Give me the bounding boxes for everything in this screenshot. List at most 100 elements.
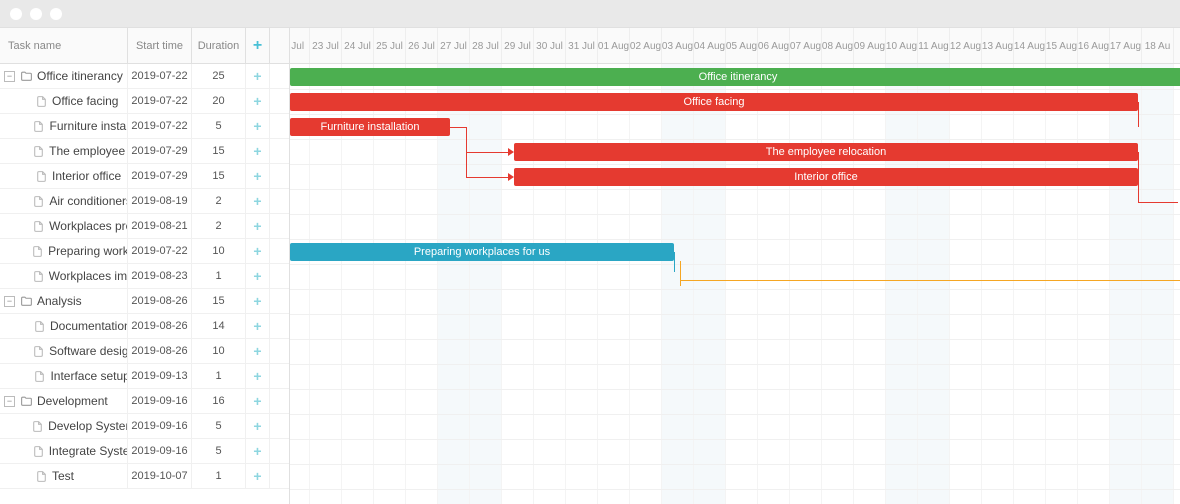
task-duration-cell[interactable]: 5 — [192, 439, 246, 463]
task-name-cell[interactable]: Workplaces imp — [0, 264, 128, 288]
task-start-cell[interactable]: 2019-08-26 — [128, 339, 192, 363]
gantt-bar[interactable]: Office itinerancy — [290, 68, 1180, 86]
task-start-cell[interactable]: 2019-08-21 — [128, 214, 192, 238]
add-task-button[interactable]: + — [246, 214, 270, 238]
gantt-bar[interactable]: Furniture installation — [290, 118, 450, 136]
col-header-start[interactable]: Start time — [128, 28, 192, 63]
task-name-cell[interactable]: Office facing — [0, 89, 128, 113]
task-start-cell[interactable]: 2019-08-26 — [128, 289, 192, 313]
task-row[interactable]: Office facing2019-07-2220+ — [0, 89, 289, 114]
task-duration-cell[interactable]: 5 — [192, 114, 246, 138]
task-row[interactable]: Interface setup2019-09-131+ — [0, 364, 289, 389]
add-task-button[interactable]: + — [246, 189, 270, 213]
task-row[interactable]: Integrate Syster2019-09-165+ — [0, 439, 289, 464]
add-task-button[interactable]: + — [246, 139, 270, 163]
add-task-button[interactable]: + — [246, 414, 270, 438]
task-duration-cell[interactable]: 14 — [192, 314, 246, 338]
task-row[interactable]: Workplaces imp2019-08-231+ — [0, 264, 289, 289]
task-duration-cell[interactable]: 5 — [192, 414, 246, 438]
col-header-duration[interactable]: Duration — [192, 28, 246, 63]
task-duration-cell[interactable]: 2 — [192, 214, 246, 238]
task-row[interactable]: Software desigr2019-08-2610+ — [0, 339, 289, 364]
add-task-button[interactable]: + — [246, 464, 270, 488]
task-row[interactable]: Preparing workp2019-07-2210+ — [0, 239, 289, 264]
window-dot[interactable] — [10, 8, 22, 20]
collapse-toggle[interactable]: − — [4, 71, 15, 82]
task-duration-cell[interactable]: 10 — [192, 239, 246, 263]
gantt-bar[interactable]: Interior office — [514, 168, 1138, 186]
task-start-cell[interactable]: 2019-10-07 — [128, 464, 192, 488]
task-name-cell[interactable]: Documentation — [0, 314, 128, 338]
task-duration-cell[interactable]: 1 — [192, 364, 246, 388]
add-task-button[interactable]: + — [246, 114, 270, 138]
task-start-cell[interactable]: 2019-08-26 — [128, 314, 192, 338]
task-start-cell[interactable]: 2019-07-29 — [128, 164, 192, 188]
task-name-cell[interactable]: −Analysis — [0, 289, 128, 313]
task-row[interactable]: Furniture install2019-07-225+ — [0, 114, 289, 139]
task-start-cell[interactable]: 2019-09-13 — [128, 364, 192, 388]
col-header-add[interactable]: + — [246, 28, 270, 63]
task-duration-cell[interactable]: 15 — [192, 289, 246, 313]
task-row[interactable]: Test2019-10-071+ — [0, 464, 289, 489]
task-duration-cell[interactable]: 1 — [192, 264, 246, 288]
task-duration-cell[interactable]: 16 — [192, 389, 246, 413]
task-name-cell[interactable]: Air conditioners — [0, 189, 128, 213]
add-task-button[interactable]: + — [246, 289, 270, 313]
task-start-cell[interactable]: 2019-09-16 — [128, 414, 192, 438]
add-task-button[interactable]: + — [246, 339, 270, 363]
window-dot[interactable] — [30, 8, 42, 20]
task-start-cell[interactable]: 2019-08-19 — [128, 189, 192, 213]
add-task-button[interactable]: + — [246, 264, 270, 288]
task-name-cell[interactable]: Software desigr — [0, 339, 128, 363]
gantt-bar[interactable]: Preparing workplaces for us — [290, 243, 674, 261]
task-name-cell[interactable]: Interior office — [0, 164, 128, 188]
task-start-cell[interactable]: 2019-07-22 — [128, 89, 192, 113]
add-task-button[interactable]: + — [246, 314, 270, 338]
timeline-body[interactable]: Office itinerancy Office facing Furniture … — [290, 64, 1180, 504]
collapse-toggle[interactable]: − — [4, 396, 15, 407]
task-name-cell[interactable]: The employee r — [0, 139, 128, 163]
add-task-button[interactable]: + — [246, 164, 270, 188]
task-row[interactable]: Air conditioners2019-08-192+ — [0, 189, 289, 214]
task-row[interactable]: Documentation2019-08-2614+ — [0, 314, 289, 339]
collapse-toggle[interactable]: − — [4, 296, 15, 307]
gantt-bar[interactable]: The employee relocation — [514, 143, 1138, 161]
task-name-cell[interactable]: −Office itinerancy — [0, 64, 128, 88]
task-start-cell[interactable]: 2019-07-22 — [128, 64, 192, 88]
task-row[interactable]: −Office itinerancy2019-07-2225+ — [0, 64, 289, 89]
col-header-name[interactable]: Task name — [0, 28, 128, 63]
task-start-cell[interactable]: 2019-07-22 — [128, 239, 192, 263]
task-duration-cell[interactable]: 25 — [192, 64, 246, 88]
add-task-button[interactable]: + — [246, 364, 270, 388]
task-duration-cell[interactable]: 20 — [192, 89, 246, 113]
task-start-cell[interactable]: 2019-09-16 — [128, 389, 192, 413]
task-name-cell[interactable]: Workplaces pre — [0, 214, 128, 238]
task-duration-cell[interactable]: 15 — [192, 139, 246, 163]
task-name-cell[interactable]: Integrate Syster — [0, 439, 128, 463]
task-row[interactable]: Interior office2019-07-2915+ — [0, 164, 289, 189]
task-row[interactable]: Develop System2019-09-165+ — [0, 414, 289, 439]
task-name-cell[interactable]: −Development — [0, 389, 128, 413]
task-duration-cell[interactable]: 1 — [192, 464, 246, 488]
add-task-button[interactable]: + — [246, 89, 270, 113]
add-task-button[interactable]: + — [246, 389, 270, 413]
task-name-cell[interactable]: Preparing workp — [0, 239, 128, 263]
task-duration-cell[interactable]: 15 — [192, 164, 246, 188]
task-row[interactable]: −Analysis2019-08-2615+ — [0, 289, 289, 314]
add-task-button[interactable]: + — [246, 439, 270, 463]
task-row[interactable]: −Development2019-09-1616+ — [0, 389, 289, 414]
add-task-button[interactable]: + — [246, 239, 270, 263]
task-name-cell[interactable]: Develop System — [0, 414, 128, 438]
task-name-cell[interactable]: Interface setup — [0, 364, 128, 388]
task-name-cell[interactable]: Test — [0, 464, 128, 488]
task-name-cell[interactable]: Furniture install — [0, 114, 128, 138]
task-row[interactable]: The employee r2019-07-2915+ — [0, 139, 289, 164]
task-duration-cell[interactable]: 2 — [192, 189, 246, 213]
task-duration-cell[interactable]: 10 — [192, 339, 246, 363]
gantt-timeline[interactable]: 2 Jul23 Jul24 Jul25 Jul26 Jul27 Jul28 Ju… — [290, 28, 1180, 504]
task-start-cell[interactable]: 2019-08-23 — [128, 264, 192, 288]
window-dot[interactable] — [50, 8, 62, 20]
gantt-bar[interactable]: Office facing — [290, 93, 1138, 111]
task-start-cell[interactable]: 2019-07-22 — [128, 114, 192, 138]
task-start-cell[interactable]: 2019-09-16 — [128, 439, 192, 463]
